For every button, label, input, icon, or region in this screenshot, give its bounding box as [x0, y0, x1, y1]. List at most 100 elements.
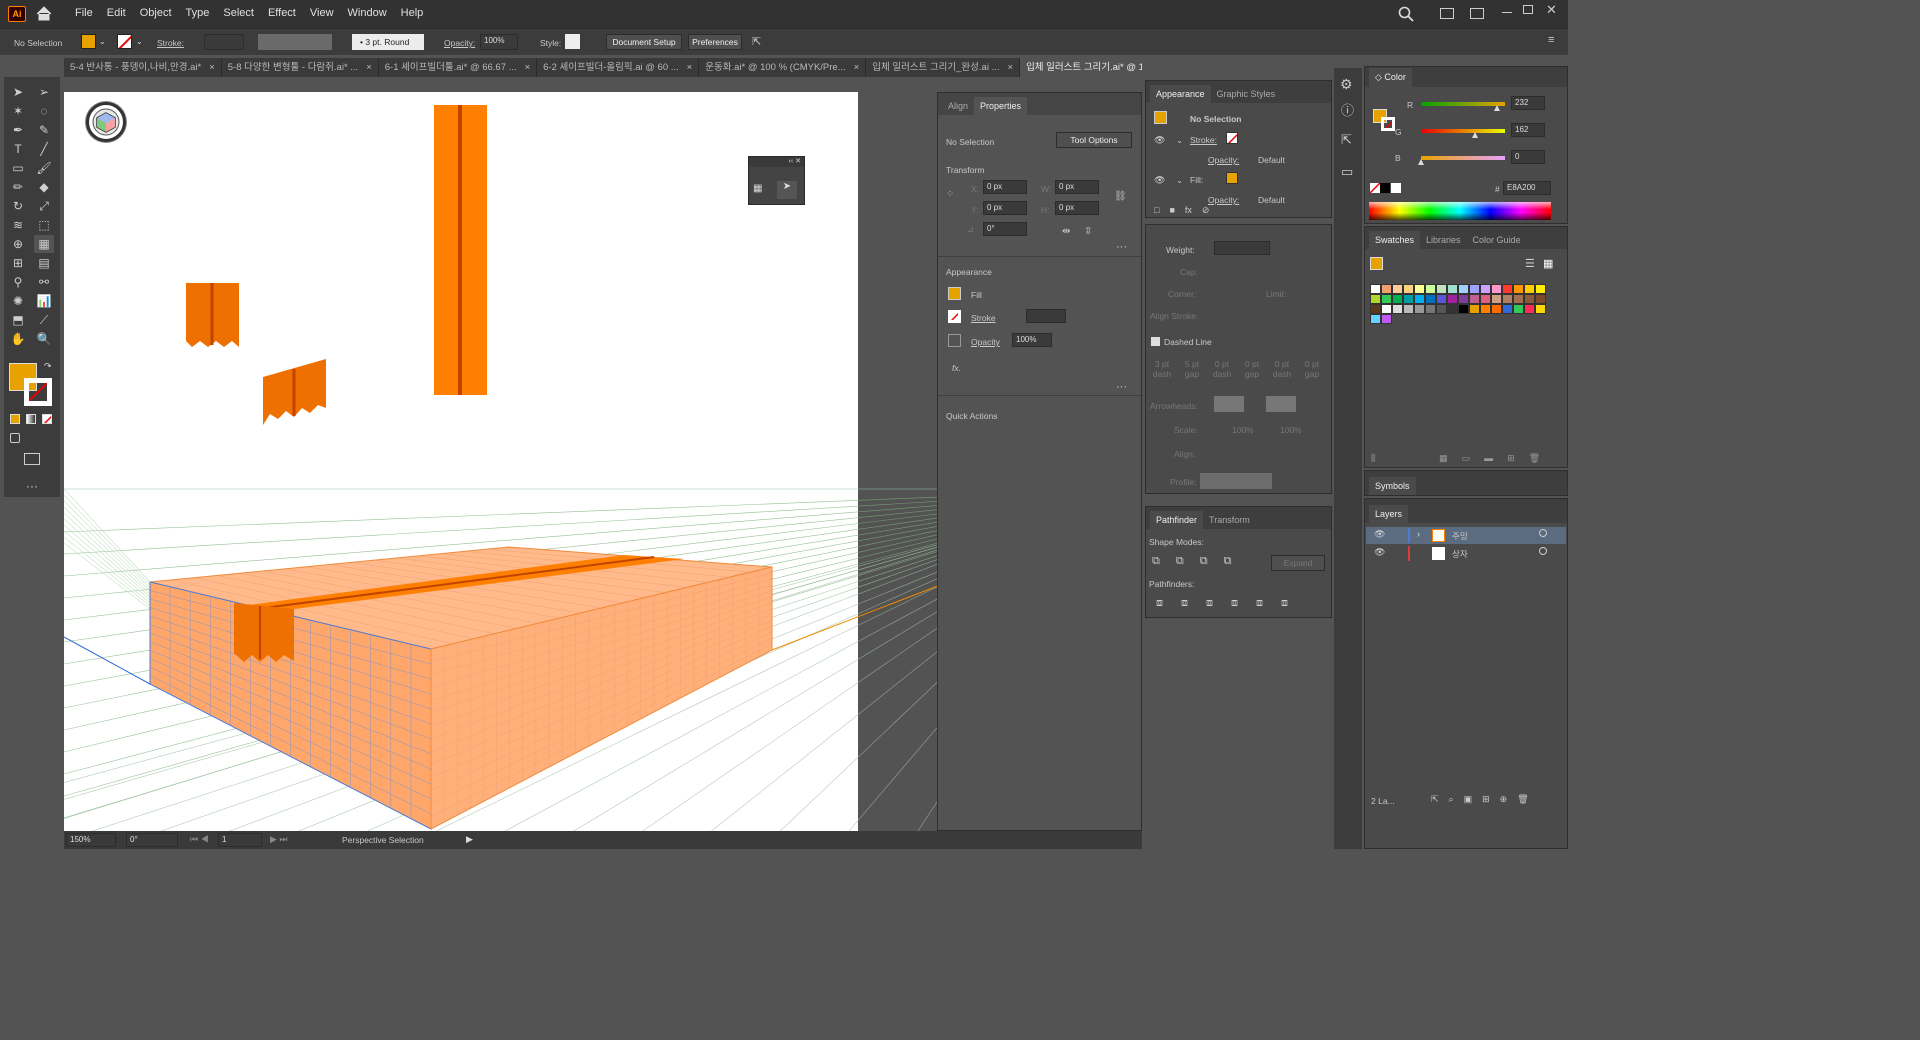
- black-swatch[interactable]: [1380, 183, 1390, 193]
- color-swatch[interactable]: [1381, 294, 1392, 304]
- flip-horizontal-icon[interactable]: ⇹: [1062, 226, 1070, 237]
- appearance-opacity2-label[interactable]: Opacity:: [1208, 195, 1239, 205]
- add-stroke-icon[interactable]: □: [1154, 205, 1159, 216]
- effects-icon[interactable]: fx.: [952, 363, 961, 373]
- rotate-view-field[interactable]: 0°: [126, 833, 178, 847]
- dash-field[interactable]: 3 pt dash: [1150, 359, 1174, 379]
- stroke-color-swatch[interactable]: [948, 310, 961, 323]
- preferences-button[interactable]: Preferences: [688, 34, 742, 50]
- perspective-grid-tool-icon[interactable]: ▦: [753, 183, 769, 197]
- more-tools-icon[interactable]: ···: [26, 479, 38, 493]
- rectangle-tool-icon[interactable]: ▭: [8, 159, 28, 177]
- appearance-opacity-label[interactable]: Opacity:: [1208, 155, 1239, 165]
- menu-object[interactable]: Object: [133, 7, 179, 19]
- color-swatch[interactable]: [1403, 294, 1414, 304]
- color-mode-color-icon[interactable]: [10, 414, 20, 424]
- weight-field[interactable]: [1214, 241, 1270, 255]
- g-field[interactable]: 162: [1511, 123, 1545, 137]
- tab-libraries[interactable]: Libraries: [1420, 231, 1467, 249]
- clear-icon[interactable]: ⊘: [1202, 205, 1210, 216]
- swatches-fill-box[interactable]: [1370, 257, 1383, 270]
- rotate-tool-icon[interactable]: ↻: [8, 197, 28, 215]
- brush-definition[interactable]: • 3 pt. Round: [352, 34, 424, 50]
- doc-tab-active[interactable]: 입체 일러스트 그리기.ai* @ 150 % (RGB/Preview): [1020, 58, 1142, 77]
- menu-edit[interactable]: Edit: [100, 7, 133, 19]
- target-icon[interactable]: [1539, 547, 1547, 555]
- perspective-selection-tool-icon[interactable]: ▦: [34, 235, 54, 253]
- target-icon[interactable]: [1539, 529, 1547, 537]
- chevron-down-icon[interactable]: ⌄: [99, 37, 106, 46]
- flip-vertical-icon[interactable]: ⇳: [1084, 226, 1092, 237]
- dash-field[interactable]: 0 pt dash: [1270, 359, 1294, 379]
- tab-transform[interactable]: Transform: [1203, 511, 1256, 529]
- arrowhead-end-select[interactable]: [1266, 396, 1296, 412]
- swatch-libraries-icon[interactable]: ⫼: [1371, 453, 1375, 464]
- color-swatch[interactable]: [1436, 304, 1447, 314]
- color-swatch[interactable]: [1425, 294, 1436, 304]
- expand-button[interactable]: Expand: [1271, 555, 1325, 571]
- color-swatch[interactable]: [1524, 294, 1535, 304]
- chevron-right-icon[interactable]: ›: [1417, 529, 1420, 539]
- new-folder-icon[interactable]: ▬: [1484, 453, 1493, 464]
- layer-name[interactable]: 주밍: [1452, 530, 1468, 542]
- none-swatch[interactable]: [1370, 183, 1380, 193]
- b-slider-thumb[interactable]: [1418, 159, 1424, 165]
- transform-icon[interactable]: ⇱: [752, 35, 761, 48]
- b-slider[interactable]: [1418, 156, 1505, 165]
- doc-tab[interactable]: 5-8 다양한 변형툴 - 다람쥐.ai* ... ×: [222, 58, 379, 77]
- color-swatch[interactable]: [1392, 284, 1403, 294]
- opacity-label[interactable]: Opacity:: [444, 38, 475, 48]
- swatch-grid[interactable]: [1370, 284, 1546, 324]
- chevron-down-icon[interactable]: ⌄: [1176, 175, 1183, 186]
- color-swatch[interactable]: [1436, 294, 1447, 304]
- doc-tab[interactable]: 6-1 셰이프빌더툴.ai* @ 66.67 ... ×: [379, 58, 538, 77]
- doc-tab[interactable]: 입체 일러스트 그리기_완성.ai ... ×: [866, 58, 1021, 77]
- hex-field[interactable]: E8A200: [1503, 181, 1551, 195]
- gradient-tool-icon[interactable]: ▤: [34, 254, 54, 272]
- rotate-field[interactable]: 0°: [983, 222, 1027, 236]
- scale-tool-icon[interactable]: ⤢: [34, 197, 54, 215]
- gap-field[interactable]: 0 pt gap: [1240, 359, 1264, 379]
- opacity-label[interactable]: Opacity: [971, 337, 1000, 347]
- color-swatch[interactable]: [1458, 284, 1469, 294]
- color-swatch[interactable]: [1513, 294, 1524, 304]
- color-swatch[interactable]: [1502, 284, 1513, 294]
- chevron-down-icon[interactable]: ⌄: [136, 37, 143, 46]
- minus-back-icon[interactable]: ⧈: [1281, 597, 1288, 610]
- menu-type[interactable]: Type: [179, 7, 217, 19]
- line-tool-icon[interactable]: ╱: [34, 140, 54, 158]
- color-swatch[interactable]: [1524, 304, 1535, 314]
- color-swatch[interactable]: [1480, 304, 1491, 314]
- x-field[interactable]: 0 px: [983, 180, 1027, 194]
- pencil-tool-icon[interactable]: ✏: [8, 178, 28, 196]
- color-swatch[interactable]: [1535, 294, 1546, 304]
- doc-tab[interactable]: 운동화.ai* @ 100 % (CMYK/Pre... ×: [699, 58, 867, 77]
- divide-icon[interactable]: ⧈: [1156, 597, 1163, 610]
- close-icon[interactable]: ×: [1008, 58, 1014, 77]
- color-swatch[interactable]: [1458, 304, 1469, 314]
- tab-layers[interactable]: Layers: [1369, 505, 1409, 523]
- color-swatch[interactable]: [1370, 304, 1381, 314]
- layer-name[interactable]: 상자: [1452, 548, 1468, 560]
- doc-tab[interactable]: 5-4 반사통 - 풍뎅이,나비,안경.ai* ×: [64, 58, 222, 77]
- merge-icon[interactable]: ⧈: [1206, 597, 1213, 610]
- style-swatch[interactable]: [565, 34, 580, 49]
- tab-properties[interactable]: Properties: [974, 97, 1028, 115]
- fill-color-swatch[interactable]: [948, 287, 961, 300]
- color-swatch[interactable]: [1480, 284, 1491, 294]
- constrain-proportions-icon[interactable]: ⛓: [1114, 191, 1127, 202]
- color-spectrum[interactable]: [1369, 202, 1551, 220]
- info-icon[interactable]: ⓘ: [1341, 100, 1354, 119]
- w-field[interactable]: 0 px: [1055, 180, 1099, 194]
- export-icon[interactable]: ⇱: [1431, 794, 1439, 805]
- stroke-color-box[interactable]: [24, 378, 52, 406]
- color-swatch[interactable]: [1425, 304, 1436, 314]
- next-artboard-icon[interactable]: ▶ ⏭: [270, 834, 288, 845]
- more-options-icon[interactable]: ···: [1116, 381, 1127, 393]
- draw-normal-icon[interactable]: [10, 433, 20, 443]
- eraser-tool-icon[interactable]: ◆: [34, 178, 54, 196]
- clipping-mask-icon[interactable]: ▣: [1464, 794, 1473, 805]
- reference-point-icon[interactable]: ⁘: [946, 189, 954, 200]
- more-options-icon[interactable]: ···: [1116, 241, 1127, 253]
- status-menu-icon[interactable]: ▶: [466, 834, 473, 845]
